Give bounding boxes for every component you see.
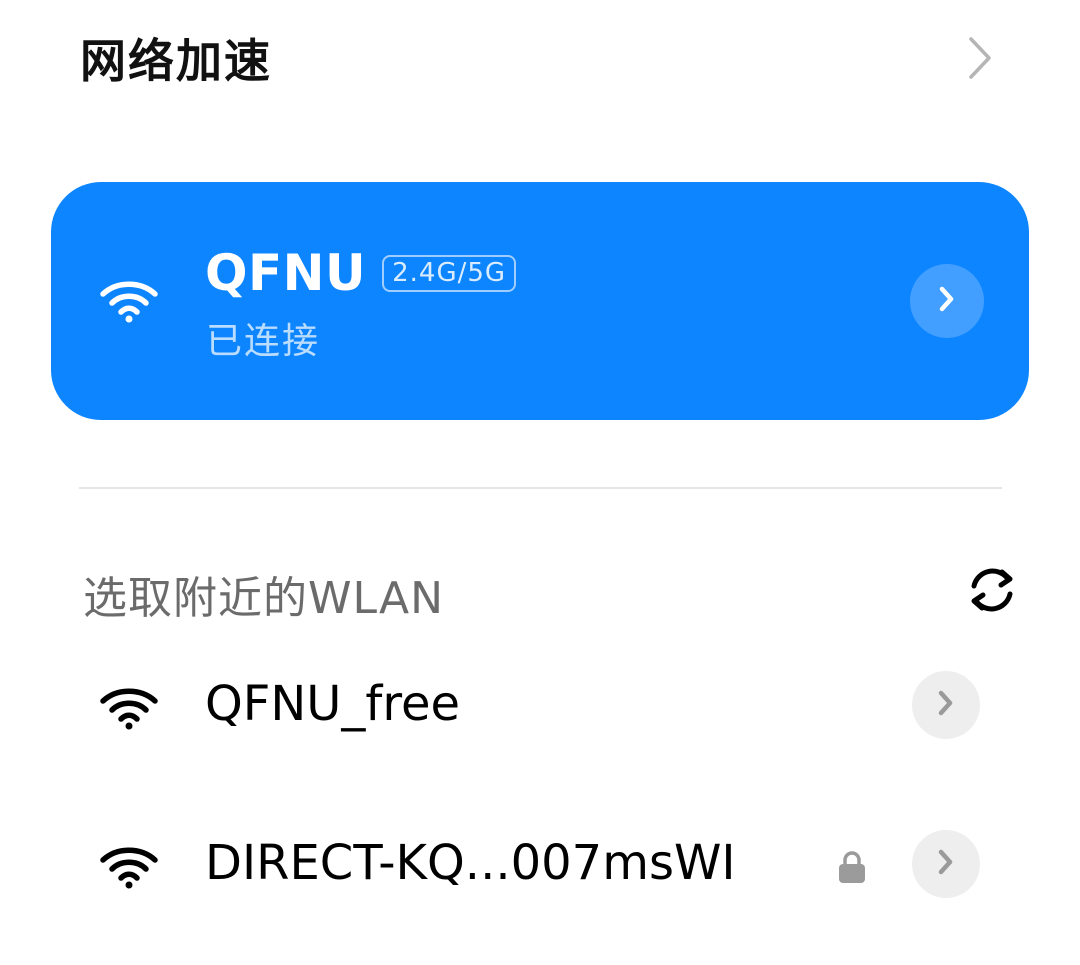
- lock-icon: [836, 850, 868, 888]
- network-acceleration-row[interactable]: 网络加速: [80, 22, 1000, 94]
- network-name: DIRECT-KQ...007msWI: [205, 835, 736, 891]
- refresh-button[interactable]: [962, 564, 1022, 620]
- chevron-right-icon: [936, 848, 956, 880]
- chevron-right-icon: [936, 689, 956, 721]
- network-name: QFNU_free: [205, 676, 461, 732]
- network-details-button[interactable]: [912, 830, 980, 898]
- refresh-icon: [964, 562, 1020, 622]
- wifi-icon: [99, 845, 159, 893]
- connected-network-details-button[interactable]: [910, 264, 984, 338]
- connected-network-card[interactable]: QFNU 2.4G/5G 已连接: [51, 182, 1029, 420]
- connected-ssid-line: QFNU 2.4G/5G: [205, 244, 517, 302]
- connected-ssid: QFNU: [205, 244, 367, 302]
- network-row[interactable]: QFNU_free: [0, 646, 1080, 766]
- band-badge: 2.4G/5G: [382, 254, 517, 292]
- wlan-settings-page: 网络加速 QFNU 2.4G/5G 已连接 选取附近的WLAN QFNU_fre…: [0, 0, 1080, 965]
- nearby-wlan-title: 选取附近的WLAN: [83, 573, 445, 624]
- network-row[interactable]: DIRECT-KQ...007msWI: [0, 805, 1080, 925]
- chevron-right-icon: [937, 285, 957, 317]
- wifi-icon: [99, 686, 159, 734]
- wifi-icon: [99, 278, 159, 328]
- network-acceleration-label: 网络加速: [80, 34, 272, 88]
- divider: [79, 487, 1002, 489]
- network-details-button[interactable]: [912, 671, 980, 739]
- chevron-right-icon: [960, 28, 1000, 88]
- connection-status: 已连接: [206, 321, 321, 362]
